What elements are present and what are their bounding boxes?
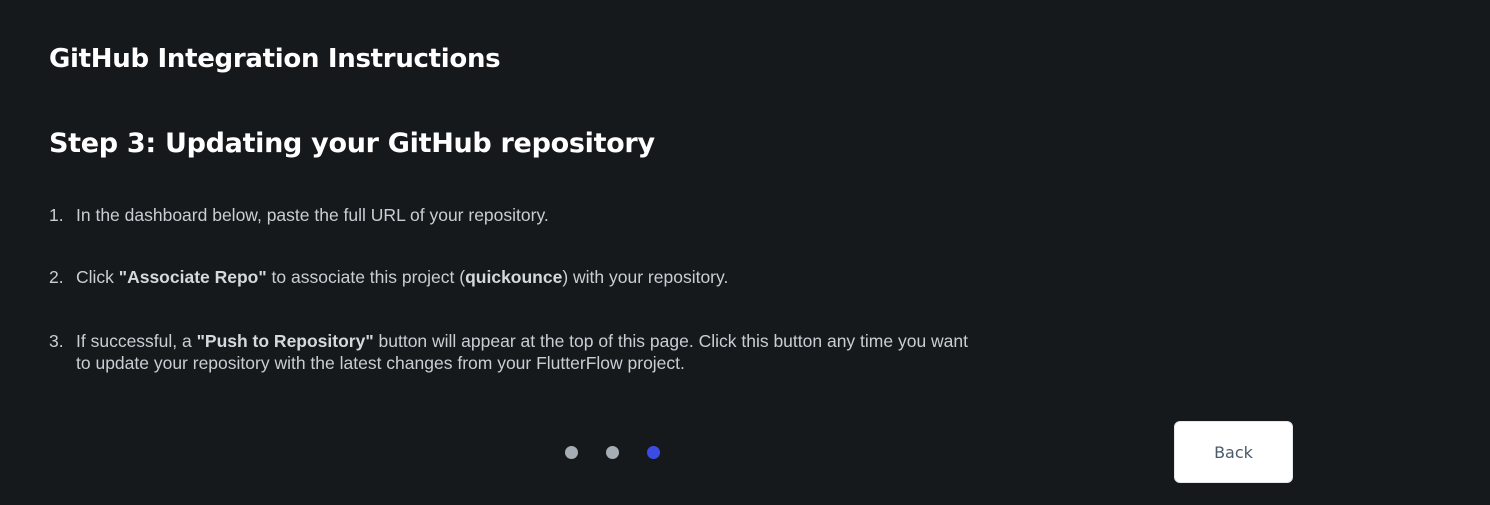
pagination-dot-1[interactable] bbox=[565, 446, 578, 459]
pagination-dots bbox=[565, 446, 660, 459]
instruction-1-number: 1. bbox=[49, 205, 64, 225]
instruction-2-number: 2. bbox=[49, 267, 64, 287]
dialog-title: GitHub Integration Instructions bbox=[49, 44, 501, 74]
project-name: quickounce bbox=[465, 267, 563, 287]
instruction-3-text-pre: If successful, a bbox=[76, 331, 197, 351]
pagination-dot-2[interactable] bbox=[606, 446, 619, 459]
push-to-repository-label: "Push to Repository" bbox=[196, 331, 374, 351]
instruction-2: 2. Click "Associate Repo" to associate th… bbox=[49, 266, 1129, 288]
instruction-3-text-post: button will appear at the top of this pa… bbox=[373, 331, 969, 351]
instruction-2-text-pre: Click bbox=[76, 267, 119, 287]
associate-repo-label: "Associate Repo" bbox=[118, 267, 267, 287]
step-title: Step 3: Updating your GitHub repository bbox=[49, 128, 655, 159]
instruction-3-text-line2: to update your repository with the lates… bbox=[76, 353, 685, 373]
instruction-2-text-post: ) with your repository. bbox=[562, 267, 729, 287]
instruction-3: 3. If successful, a "Push to Repository" … bbox=[49, 330, 1129, 374]
instruction-1: 1. In the dashboard below, paste the full… bbox=[49, 204, 1129, 226]
instruction-3-number: 3. bbox=[49, 331, 64, 351]
back-button[interactable]: Back bbox=[1174, 421, 1293, 483]
instruction-2-text-mid: to associate this project ( bbox=[266, 267, 466, 287]
instruction-1-text: In the dashboard below, paste the full U… bbox=[76, 205, 549, 225]
pagination-dot-3-active[interactable] bbox=[647, 446, 660, 459]
